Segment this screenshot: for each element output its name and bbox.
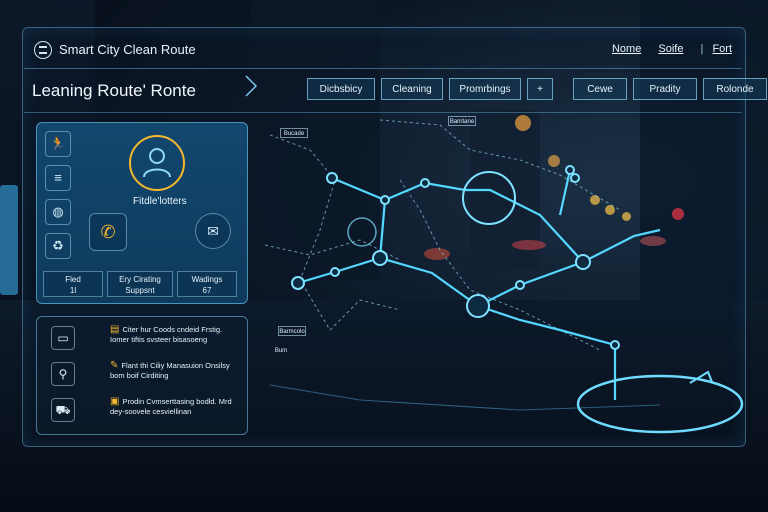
map-label: Bucade: [280, 128, 308, 138]
route-node[interactable]: [326, 172, 338, 184]
stat-value: Suppsnt: [125, 286, 155, 295]
list-item-text: Citer hur Coods cndeid Frstig. Iomer tif…: [110, 325, 223, 344]
car-icon: ⛟: [51, 398, 75, 422]
search-people-icon: ⚲: [51, 362, 75, 386]
stat-value: 67: [202, 286, 212, 295]
list-item[interactable]: ▭ ▤ Citer hur Coods cndeid Frstig. Iomer …: [45, 323, 241, 353]
user-icon: [143, 148, 171, 178]
list-item-text: Prodin Cvmserttasing bodld. Mrd dey-soov…: [110, 397, 232, 416]
stat-label: Wadings: [191, 275, 223, 284]
map-label: Bum: [274, 348, 288, 354]
stat-tile[interactable]: Fled 1l: [43, 271, 103, 297]
stat-label: Ery Cirating: [119, 275, 161, 284]
list-item[interactable]: ⚲ ✎ Flant thi Ciliy Manasuion Onsilsy bom…: [45, 359, 241, 389]
map-label: Barntane: [448, 116, 476, 126]
stat-label: Fled: [65, 275, 81, 284]
phone-icon[interactable]: ✆: [89, 213, 127, 251]
stat-tile[interactable]: Ery Cirating Suppsnt: [107, 271, 173, 297]
activity-card: ▭ ▤ Citer hur Coods cndeid Frstig. Iomer …: [36, 316, 248, 435]
chat-icon: ▭: [51, 326, 75, 350]
target-zone: [576, 374, 744, 434]
stats-row: Fled 1l Ery Cirating Suppsnt Wadings 67: [43, 271, 237, 297]
map-label: Barmcolo: [278, 326, 306, 336]
side-icon-column: 🏃 ≡ ◍ ♻: [45, 131, 75, 267]
stat-tile[interactable]: Wadings 67: [177, 271, 237, 297]
profile-label: Fitdle'lotters: [133, 196, 187, 207]
document-icon: ▣: [110, 396, 120, 407]
layers-icon[interactable]: ≡: [45, 165, 71, 191]
message-icon[interactable]: ✉: [195, 213, 231, 249]
list-item-text: Flant thi Ciliy Manasuion Onsilsy bom bo…: [110, 361, 230, 380]
alert-icon: ▤: [110, 324, 120, 335]
edit-icon: ✎: [110, 360, 119, 371]
recycle-icon[interactable]: ♻: [45, 233, 71, 259]
stat-value: 1l: [69, 286, 77, 295]
profile-card: 🏃 ≡ ◍ ♻ Fitdle'lotters ✆ ✉ Fled 1l Ery C…: [36, 122, 248, 304]
avatar[interactable]: [129, 135, 185, 191]
globe-icon[interactable]: ◍: [45, 199, 71, 225]
run-icon[interactable]: 🏃: [45, 131, 71, 157]
list-item[interactable]: ⛟ ▣ Prodin Cvmserttasing bodld. Mrd dey-s…: [45, 395, 241, 425]
